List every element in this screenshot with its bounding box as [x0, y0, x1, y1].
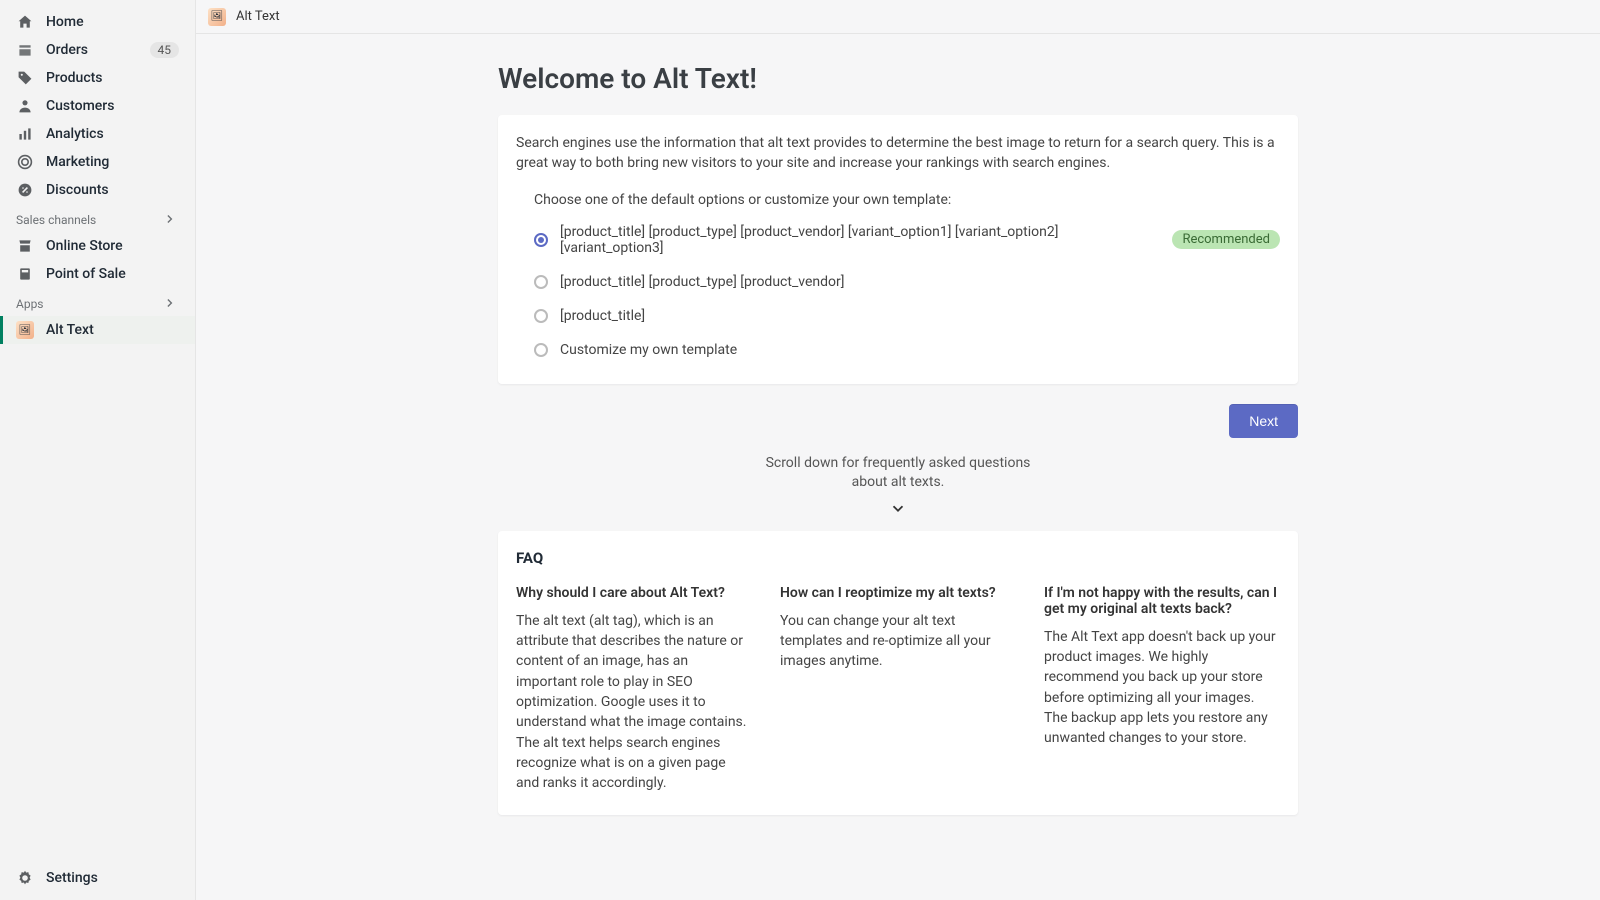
- intro-text: Search engines use the information that …: [516, 133, 1280, 174]
- template-option-label: Customize my own template: [560, 342, 737, 358]
- faq-col-1: Why should I care about Alt Text? The al…: [516, 585, 752, 794]
- titlebar: 🖼 Alt Text: [196, 0, 1600, 34]
- sidebar-item-label: Discounts: [46, 182, 179, 198]
- orders-badge: 45: [150, 42, 180, 58]
- sidebar-item-analytics[interactable]: Analytics: [0, 120, 195, 148]
- gear-icon: [16, 869, 34, 887]
- choose-label: Choose one of the default options or cus…: [534, 192, 1280, 208]
- sidebar-item-label: Products: [46, 70, 179, 86]
- titlebar-title: Alt Text: [236, 9, 280, 24]
- sidebar-item-point-of-sale[interactable]: Point of Sale: [0, 260, 195, 288]
- faq-col-3: If I'm not happy with the results, can I…: [1044, 585, 1280, 794]
- page-title: Welcome to Alt Text!: [498, 62, 1298, 95]
- sidebar-item-alt-text[interactable]: 🖼 Alt Text: [0, 316, 195, 344]
- sidebar-item-products[interactable]: Products: [0, 64, 195, 92]
- apps-header[interactable]: Apps: [0, 288, 195, 316]
- main-content: 🖼 Alt Text Welcome to Alt Text! Search e…: [196, 0, 1600, 900]
- template-option-label: [product_title] [product_type] [product_…: [560, 274, 844, 290]
- apps-header-label: Apps: [16, 297, 163, 311]
- sidebar-item-label: Alt Text: [46, 322, 179, 338]
- person-icon: [16, 97, 34, 115]
- home-icon: [16, 13, 34, 31]
- faq-question: Why should I care about Alt Text?: [516, 585, 752, 601]
- page-scroll[interactable]: Welcome to Alt Text! Search engines use …: [196, 34, 1600, 900]
- template-option-3[interactable]: [product_title]: [534, 308, 1280, 324]
- sidebar-item-discounts[interactable]: Discounts: [0, 176, 195, 204]
- chevron-right-icon: [163, 296, 179, 312]
- sidebar-item-customers[interactable]: Customers: [0, 92, 195, 120]
- sidebar-item-label: Settings: [46, 870, 179, 886]
- orders-icon: [16, 41, 34, 59]
- faq-col-2: How can I reoptimize my alt texts? You c…: [780, 585, 1016, 794]
- sidebar-item-label: Customers: [46, 98, 179, 114]
- radio-icon: [534, 343, 548, 357]
- pos-icon: [16, 265, 34, 283]
- template-option-label: [product_title] [product_type] [product_…: [560, 224, 1164, 256]
- sidebar: Home Orders 45 Products Customers Anal: [0, 0, 196, 900]
- faq-title: FAQ: [516, 549, 1280, 567]
- analytics-icon: [16, 125, 34, 143]
- sales-channels-header-label: Sales channels: [16, 213, 163, 227]
- faq-question: How can I reoptimize my alt texts?: [780, 585, 1016, 601]
- tag-icon: [16, 69, 34, 87]
- template-option-1[interactable]: [product_title] [product_type] [product_…: [534, 224, 1280, 256]
- scroll-hint: Scroll down for frequently asked questio…: [748, 454, 1048, 493]
- faq-question: If I'm not happy with the results, can I…: [1044, 585, 1280, 617]
- alt-text-app-icon: 🖼: [208, 8, 226, 26]
- template-card: Search engines use the information that …: [498, 115, 1298, 384]
- template-option-label: [product_title]: [560, 308, 645, 324]
- discount-icon: [16, 181, 34, 199]
- chevron-down-icon: [498, 499, 1298, 517]
- sidebar-item-orders[interactable]: Orders 45: [0, 36, 195, 64]
- faq-answer: The Alt Text app doesn't back up your pr…: [1044, 627, 1280, 749]
- sidebar-item-label: Analytics: [46, 126, 179, 142]
- sidebar-item-marketing[interactable]: Marketing: [0, 148, 195, 176]
- faq-card: FAQ Why should I care about Alt Text? Th…: [498, 531, 1298, 816]
- sidebar-item-online-store[interactable]: Online Store: [0, 232, 195, 260]
- sidebar-item-label: Orders: [46, 42, 150, 58]
- sidebar-item-label: Online Store: [46, 238, 179, 254]
- actions-row: Next: [498, 404, 1298, 438]
- sidebar-item-label: Marketing: [46, 154, 179, 170]
- radio-icon: [534, 233, 548, 247]
- faq-answer: You can change your alt text templates a…: [780, 611, 1016, 672]
- template-option-4[interactable]: Customize my own template: [534, 342, 1280, 358]
- sidebar-item-settings[interactable]: Settings: [0, 864, 195, 892]
- radio-icon: [534, 275, 548, 289]
- template-option-2[interactable]: [product_title] [product_type] [product_…: [534, 274, 1280, 290]
- recommended-badge: Recommended: [1172, 230, 1280, 249]
- store-icon: [16, 237, 34, 255]
- sidebar-item-label: Point of Sale: [46, 266, 179, 282]
- sales-channels-header[interactable]: Sales channels: [0, 204, 195, 232]
- radio-icon: [534, 309, 548, 323]
- alt-text-app-icon: 🖼: [16, 321, 34, 339]
- chevron-right-icon: [163, 212, 179, 228]
- faq-answer: The alt text (alt tag), which is an attr…: [516, 611, 752, 794]
- next-button[interactable]: Next: [1229, 404, 1298, 438]
- template-options: [product_title] [product_type] [product_…: [534, 224, 1280, 358]
- marketing-icon: [16, 153, 34, 171]
- sidebar-item-label: Home: [46, 14, 179, 30]
- sidebar-item-home[interactable]: Home: [0, 8, 195, 36]
